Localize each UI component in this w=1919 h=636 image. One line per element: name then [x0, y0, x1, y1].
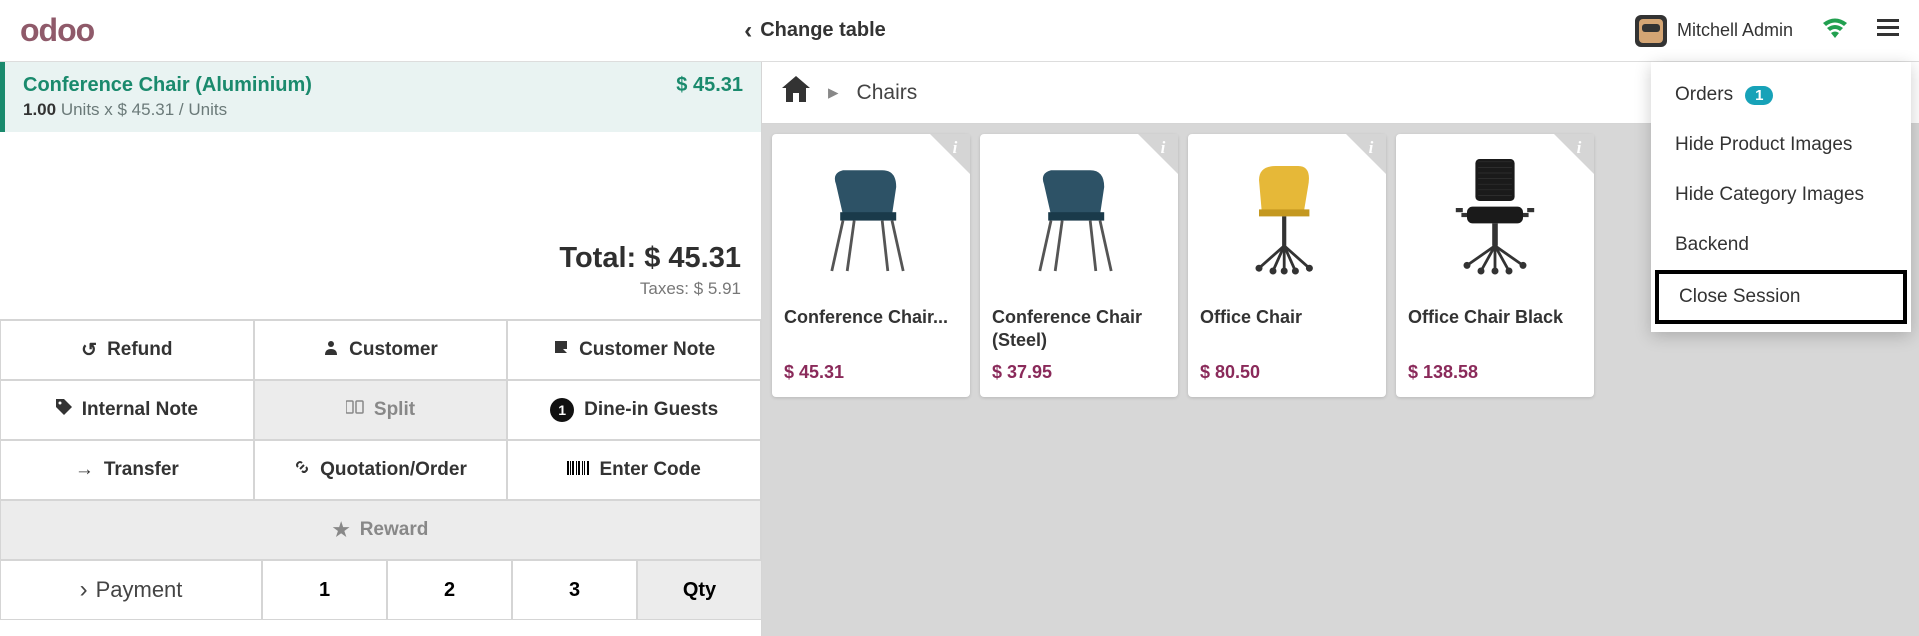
numpad-3[interactable]: 3 [512, 560, 637, 620]
tag-icon [56, 399, 72, 421]
info-icon[interactable] [930, 134, 970, 174]
barcode-icon [567, 459, 589, 481]
product-card[interactable]: Conference Chair... $ 45.31 [772, 134, 970, 397]
product-name: Conference Chair (Steel) [992, 306, 1166, 354]
guests-button[interactable]: 1 Dine-in Guests [507, 380, 761, 440]
order-line-name: Conference Chair (Aluminium) [23, 74, 312, 97]
customer-note-button[interactable]: Customer Note [507, 320, 761, 380]
payment-button[interactable]: › Payment [0, 560, 262, 620]
top-header: odoo ‹ Change table Mitchell Admin [0, 0, 1919, 62]
guest-count-badge: 1 [550, 398, 574, 422]
split-icon [346, 399, 364, 421]
menu-close-session[interactable]: Close Session [1655, 270, 1907, 324]
product-name: Conference Chair... [784, 306, 958, 354]
refund-icon: ↺ [81, 339, 97, 362]
split-button[interactable]: Split [254, 380, 508, 440]
wifi-icon [1823, 18, 1847, 44]
menu-backend[interactable]: Backend [1651, 220, 1911, 270]
order-line-qty: 1.00 Units x $ 45.31 / Units [23, 100, 312, 120]
transfer-button[interactable]: → Transfer [0, 440, 254, 500]
order-total: Total: $ 45.31 [20, 242, 741, 275]
breadcrumb-category: Chairs [857, 81, 918, 105]
avatar [1635, 15, 1667, 47]
product-price: $ 138.58 [1408, 362, 1582, 383]
breadcrumb-separator: ▸ [828, 80, 839, 105]
home-icon[interactable] [782, 76, 810, 109]
menu-orders[interactable]: Orders 1 [1651, 70, 1911, 120]
info-icon[interactable] [1554, 134, 1594, 174]
product-price: $ 45.31 [784, 362, 958, 383]
numpad-qty[interactable]: Qty [637, 560, 762, 620]
chevron-right-icon: › [80, 576, 88, 604]
order-taxes: Taxes: $ 5.91 [20, 279, 741, 299]
link-icon [294, 459, 310, 481]
arrow-right-icon: → [75, 459, 94, 481]
refund-button[interactable]: ↺ Refund [0, 320, 254, 380]
product-name: Office Chair Black [1408, 306, 1582, 354]
hamburger-menu-button[interactable] [1877, 19, 1899, 42]
internal-note-button[interactable]: Internal Note [0, 380, 254, 440]
logo: odoo [20, 12, 94, 49]
menu-hide-product-images[interactable]: Hide Product Images [1651, 120, 1911, 170]
customer-button[interactable]: Customer [254, 320, 508, 380]
product-card[interactable]: Office Chair $ 80.50 [1188, 134, 1386, 397]
numpad-2[interactable]: 2 [387, 560, 512, 620]
reward-button[interactable]: ★ Reward [0, 500, 761, 560]
product-card[interactable]: Office Chair Black $ 138.58 [1396, 134, 1594, 397]
star-icon: ★ [333, 519, 350, 542]
note-icon [553, 339, 569, 361]
product-price: $ 37.95 [992, 362, 1166, 383]
enter-code-button[interactable]: Enter Code [507, 440, 761, 500]
numpad-1[interactable]: 1 [262, 560, 387, 620]
order-line-price: $ 45.31 [676, 74, 743, 120]
orders-badge: 1 [1745, 86, 1773, 105]
info-icon[interactable] [1138, 134, 1178, 174]
order-line[interactable]: Conference Chair (Aluminium) 1.00 Units … [0, 62, 761, 132]
product-card[interactable]: Conference Chair (Steel) $ 37.95 [980, 134, 1178, 397]
product-name: Office Chair [1200, 306, 1374, 354]
change-table-button[interactable]: ‹ Change table [744, 17, 886, 45]
dropdown-menu: Orders 1 Hide Product Images Hide Catego… [1651, 62, 1911, 332]
product-price: $ 80.50 [1200, 362, 1374, 383]
user-icon [323, 339, 339, 361]
user-menu-button[interactable]: Mitchell Admin [1635, 15, 1793, 47]
user-name: Mitchell Admin [1677, 20, 1793, 41]
left-panel: Conference Chair (Aluminium) 1.00 Units … [0, 62, 762, 636]
quotation-button[interactable]: Quotation/Order [254, 440, 508, 500]
change-table-label: Change table [760, 19, 886, 42]
menu-hide-category-images[interactable]: Hide Category Images [1651, 170, 1911, 220]
chevron-left-icon: ‹ [744, 17, 752, 45]
info-icon[interactable] [1346, 134, 1386, 174]
